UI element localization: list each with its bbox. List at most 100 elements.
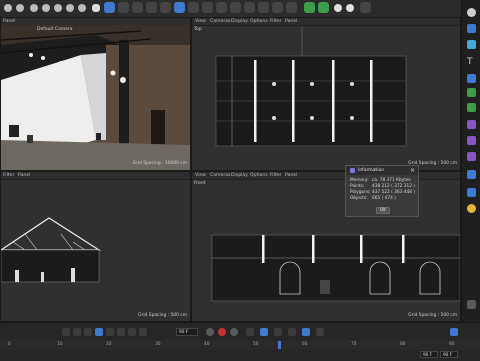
camera-icon[interactable] [467,188,476,197]
previous-frame-icon[interactable] [84,328,92,336]
menu-panel[interactable]: Panel [3,19,15,24]
coordinate-icon[interactable] [146,2,157,13]
pen-icon[interactable] [467,74,476,83]
live-select-icon[interactable] [30,4,38,12]
menu-filter[interactable]: Filter [270,173,281,178]
info-icon [350,168,355,173]
end-frame-field[interactable]: 90 F [420,351,438,358]
edges-icon[interactable] [258,2,269,13]
menu-display[interactable]: Display [231,173,248,178]
previous-key-icon[interactable] [73,328,81,336]
scale-icon[interactable] [54,4,62,12]
python-icon[interactable] [304,2,315,13]
camera-label: Default Camera [37,27,73,32]
undo-icon[interactable] [4,4,12,12]
rotate-icon[interactable] [66,4,74,12]
axis-y-icon[interactable] [118,2,129,13]
spline-icon[interactable] [467,136,476,145]
render-settings-icon[interactable] [188,2,199,13]
workplane-icon[interactable] [216,2,227,13]
menu-panel[interactable]: Panel [18,173,30,178]
viewport-front[interactable]: View Cameras Display Options Filter Pane… [191,171,461,322]
light-icon[interactable] [467,204,476,213]
play-icon[interactable] [95,328,103,336]
redo-icon[interactable] [16,4,24,12]
information-dialog: Information × Memory: ca. 78 371 Kbytes … [345,165,419,217]
max-frame-field[interactable]: 90 F [440,351,458,358]
ruler-tick: 10 [57,342,63,347]
menu-panel[interactable]: Panel [285,173,297,178]
menu-filter[interactable]: Filter [270,19,281,24]
frame-field[interactable]: 90 F [176,328,198,336]
go-to-end-icon[interactable] [128,328,136,336]
menu-view[interactable]: View [195,173,206,178]
close-icon[interactable]: × [410,167,415,174]
record-active-icon[interactable] [218,328,226,336]
viewport-perspective[interactable]: Panel Default Camera Grid Spacing : 1000… [0,17,191,171]
grid-icon[interactable] [467,300,476,309]
viewport-top-header: View Cameras Display Options Filter Pane… [192,18,460,26]
autokey-icon[interactable] [230,328,238,336]
ruler-tick: 90 [449,342,455,347]
timeline-icon[interactable] [316,328,324,336]
move-key-icon[interactable] [246,328,254,336]
rotate-key-icon[interactable] [260,328,268,336]
render-active-icon[interactable] [174,2,185,13]
points-icon[interactable] [244,2,255,13]
render-view-icon[interactable] [92,4,100,12]
layout-icon[interactable] [450,328,458,336]
param-key-icon[interactable] [288,328,296,336]
objects-label: Objects: [350,196,368,201]
dialog-titlebar: Information × [346,166,418,175]
ok-button[interactable]: OK [376,207,390,214]
bend-icon[interactable] [467,152,476,161]
edit-icon[interactable] [202,2,213,13]
move-icon[interactable] [42,4,50,12]
snap-icon[interactable] [230,2,241,13]
menu-view[interactable]: View [195,19,206,24]
viewport-right[interactable]: Filter Panel Grid Spacing : 500 cm [0,171,191,322]
polygons-icon[interactable] [272,2,283,13]
ruler-tick: 30 [155,342,161,347]
menu-filter[interactable]: Filter [3,173,14,178]
render-region-icon[interactable] [160,2,171,13]
scale-key-icon[interactable] [274,328,282,336]
uv-icon[interactable] [286,2,297,13]
mograph-cloner-icon[interactable] [467,103,476,112]
mograph-icon[interactable] [318,2,329,13]
go-to-start-icon[interactable] [62,328,70,336]
menu-panel[interactable]: Panel [285,19,297,24]
material-icon[interactable] [346,4,354,12]
search-icon[interactable] [467,8,476,17]
perspective-scene [1,25,190,170]
subdivision-icon[interactable] [467,88,476,97]
grid-spacing-label: Grid Spacing : 10000 cm [132,161,187,166]
axis-z-icon[interactable] [132,2,143,13]
menu-cameras[interactable]: Cameras [210,19,230,24]
right-view-drawing [1,217,102,283]
menu-cameras[interactable]: Cameras [210,173,230,178]
cube-icon[interactable] [467,24,476,33]
environment-icon[interactable] [467,170,476,179]
pla-key-icon[interactable] [302,328,310,336]
axis-x-icon[interactable] [104,2,115,13]
text-icon[interactable]: T [467,58,476,67]
script-icon[interactable] [360,2,371,13]
record-icon[interactable] [206,328,214,336]
object-icon[interactable] [78,4,86,12]
viewport-top[interactable]: View Cameras Display Options Filter Pane… [191,17,461,171]
playhead[interactable] [278,341,281,349]
sphere-icon[interactable] [334,4,342,12]
ruler-tick: 70 [351,342,357,347]
loop-icon[interactable] [139,328,147,336]
next-key-icon[interactable] [117,328,125,336]
next-frame-icon[interactable] [106,328,114,336]
top-view-drawing [215,26,407,147]
timeline-ruler[interactable]: 0 10 20 30 40 50 60 70 80 90 [0,340,480,350]
deformer-icon[interactable] [467,120,476,129]
cylinder-icon[interactable] [467,40,476,49]
menu-display[interactable]: Display [231,19,248,24]
menu-options[interactable]: Options [250,173,268,178]
grid-spacing-label: Grid Spacing : 500 cm [408,313,457,318]
menu-options[interactable]: Options [250,19,268,24]
